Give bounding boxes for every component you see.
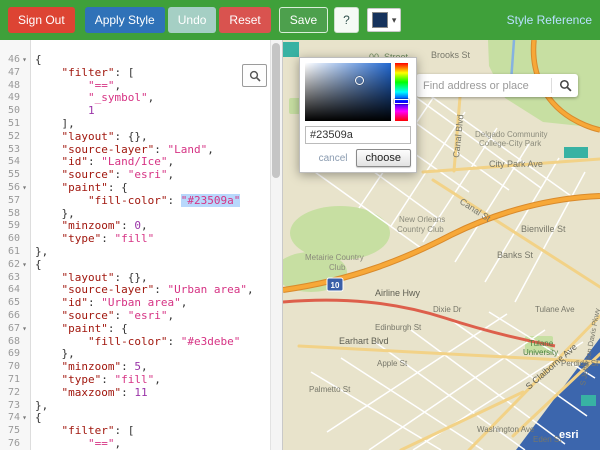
line-number: 73 xyxy=(7,399,20,411)
line-number: 58 xyxy=(7,207,20,219)
style-reference-link[interactable]: Style Reference xyxy=(507,13,592,27)
map-label: University xyxy=(523,348,558,357)
save-button[interactable]: Save xyxy=(278,7,329,33)
line-number: 53 xyxy=(7,143,20,155)
map-label: Tulane xyxy=(529,339,554,348)
map-label: Apple St xyxy=(377,359,408,368)
line-number: 59 xyxy=(7,220,20,232)
line-number: 50 xyxy=(7,105,20,117)
color-picker-popup: cancel choose xyxy=(299,57,417,173)
line-number: 74 ▾ xyxy=(0,412,30,425)
fold-arrow-icon[interactable]: ▾ xyxy=(20,182,29,195)
line-number: 57 xyxy=(7,194,20,206)
sv-cursor[interactable] xyxy=(354,75,364,85)
fold-arrow-icon[interactable]: ▾ xyxy=(20,259,29,272)
map-label: Airline Hwy xyxy=(375,288,421,298)
line-number: 64 xyxy=(7,284,20,296)
search-icon xyxy=(249,70,261,82)
line-number: 51 xyxy=(7,117,20,129)
line-number: 52 xyxy=(7,130,20,142)
color-swatch xyxy=(371,12,388,28)
line-number: 71 xyxy=(7,373,20,385)
line-number: 56 ▾ xyxy=(0,182,30,195)
line-number: 68 xyxy=(7,335,20,347)
help-button[interactable]: ? xyxy=(334,7,359,33)
map-label: Dixie Dr xyxy=(433,305,462,314)
code-lines: 46 ▾{47 "filter": [48 "==", 49 "_symbol", 5… xyxy=(0,53,271,450)
map-label: College-City Park xyxy=(479,139,542,148)
map-label: Tulane Ave xyxy=(535,305,575,314)
line-number: 70 xyxy=(7,361,20,373)
line-number: 47 xyxy=(7,66,20,78)
line-number: 63 xyxy=(7,271,20,283)
line-number: 48 xyxy=(7,79,20,91)
search-button[interactable] xyxy=(552,74,578,97)
line-number: 75 xyxy=(7,425,20,437)
map-label: Metairie Country xyxy=(305,253,364,262)
apply-style-button[interactable]: Apply Style xyxy=(84,7,165,33)
map-label: Perdido St xyxy=(561,359,599,368)
color-swatch-dropdown[interactable]: ▾ xyxy=(366,8,402,32)
map-label: Brooks St xyxy=(431,50,471,60)
fold-arrow-icon[interactable]: ▾ xyxy=(20,54,29,67)
map-label: Eden St xyxy=(533,435,562,444)
line-number: 69 xyxy=(7,348,20,360)
scrollbar-thumb[interactable] xyxy=(272,43,280,178)
map-label: Bienville St xyxy=(521,224,566,234)
toolbar: Sign Out Apply Style Undo Reset Save ? ▾… xyxy=(0,0,600,40)
map-label: Washington Ave xyxy=(477,425,535,434)
map-label: Earhart Blvd xyxy=(339,336,389,346)
fold-arrow-icon[interactable]: ▾ xyxy=(20,323,29,336)
search-input[interactable] xyxy=(416,79,551,92)
line-number: 54 xyxy=(7,156,20,168)
saturation-value-picker[interactable] xyxy=(305,63,391,121)
map-label: Edinburgh St xyxy=(375,323,422,332)
shield-label: 10 xyxy=(331,281,340,290)
line-number: 49 xyxy=(7,92,20,104)
line-number: 66 xyxy=(7,309,20,321)
line-number: 65 xyxy=(7,297,20,309)
fold-arrow-icon[interactable]: ▾ xyxy=(20,412,29,425)
map-label: City Park Ave xyxy=(489,159,543,169)
code-editor[interactable]: 46 ▾{47 "filter": [48 "==", 49 "_symbol", 5… xyxy=(0,40,283,450)
line-number: 60 xyxy=(7,233,20,245)
line-number: 76 xyxy=(7,437,20,449)
undo-button[interactable]: Undo xyxy=(167,7,217,33)
cancel-link[interactable]: cancel xyxy=(319,153,348,164)
line-number: 55 xyxy=(7,169,20,181)
line-number: 62 ▾ xyxy=(0,259,30,272)
map-label: Banks St xyxy=(497,250,534,260)
editor-scrollbar[interactable] xyxy=(270,40,282,450)
caret-down-icon: ▾ xyxy=(391,14,397,25)
choose-button[interactable]: choose xyxy=(355,149,411,167)
reset-button[interactable]: Reset xyxy=(219,7,271,33)
app-window: Sign Out Apply Style Undo Reset Save ? ▾… xyxy=(0,0,600,450)
map-label: Palmetto St xyxy=(309,385,351,394)
map-label: Country Club xyxy=(397,225,444,234)
sign-out-button[interactable]: Sign Out xyxy=(8,7,75,33)
editor-search-button[interactable] xyxy=(242,64,267,87)
map-label: New Orleans xyxy=(399,215,445,224)
code-line[interactable]: 76 "==", xyxy=(0,437,271,450)
line-number: 61 xyxy=(7,245,20,257)
esri-attribution: esri xyxy=(559,429,579,441)
search-icon xyxy=(559,79,572,92)
map-label: Delgado Community xyxy=(475,130,547,139)
hue-cursor[interactable] xyxy=(394,98,409,104)
line-number: 72 xyxy=(7,386,20,398)
highway-shield: 10 xyxy=(326,277,344,292)
search-box xyxy=(416,74,578,97)
map-label: Club xyxy=(329,263,346,272)
hue-slider[interactable] xyxy=(394,63,409,121)
hex-color-input[interactable] xyxy=(305,126,411,144)
line-number: 67 ▾ xyxy=(0,323,30,336)
line-number: 46 ▾ xyxy=(0,54,30,67)
